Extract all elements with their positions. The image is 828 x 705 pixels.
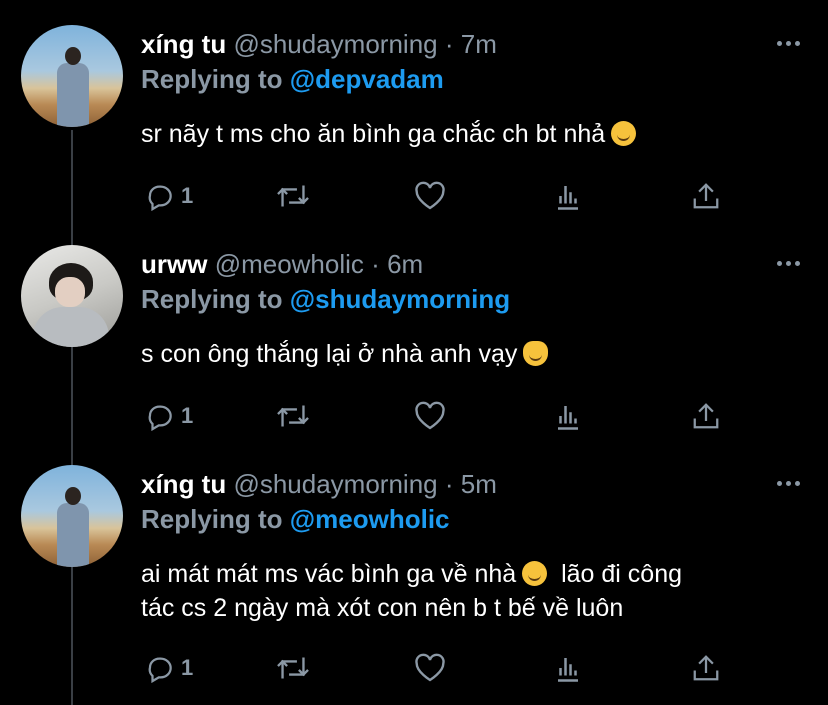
replying-to: Replying to @shudaymorning [141,282,510,316]
display-name[interactable]: xíng tu [141,29,226,59]
tweet[interactable]: urww @meowholic · 6m Replying to @shuday… [0,220,828,442]
reply-count: 1 [181,183,194,208]
mention-link[interactable]: @meowholic [290,504,450,534]
separator-dot: · [444,469,454,499]
mention-link[interactable]: @depvadam [290,64,444,94]
replying-to: Replying to @meowholic [141,502,450,536]
user-handle[interactable]: @meowholic [215,249,364,279]
like-button[interactable] [414,178,446,214]
analytics-button[interactable] [554,650,582,686]
share-icon [693,183,719,209]
kissing-cat-emoji [523,341,549,366]
retweet-button[interactable] [276,650,310,686]
like-button[interactable] [414,650,446,686]
heart-icon [415,181,445,210]
user-handle[interactable]: @shudaymorning [233,469,437,499]
like-button[interactable] [414,398,446,434]
tweet-text: sr nãy t ms cho ăn bình ga chắc ch bt nh… [141,117,811,151]
sweat-smile-emoji [522,561,548,586]
reply-icon [148,185,172,211]
tweet-header: xíng tu @shudaymorning · 5m [141,467,497,501]
action-bar: 1 [141,650,741,686]
tweet-header: urww @meowholic · 6m [141,247,423,281]
analytics-icon [558,186,578,210]
reply-count: 1 [181,403,194,428]
reply-icon [148,405,172,431]
share-icon [693,655,719,681]
tweet-text-content: ai mát mát ms vác bình ga về nhà [141,560,517,588]
retweet-button[interactable] [276,398,310,434]
retweet-icon [277,657,309,679]
replying-to: Replying to @depvadam [141,62,444,96]
separator-dot: · [444,29,454,59]
share-button[interactable] [691,650,721,686]
more-options-icon[interactable] [777,41,800,46]
timestamp[interactable]: 6m [387,249,423,279]
heart-icon [415,653,445,682]
tweet-text: s con ông thắng lại ở nhà anh vạy [141,337,811,371]
yum-face-emoji [611,121,637,146]
retweet-icon [277,405,309,427]
more-options-icon[interactable] [777,261,800,266]
reply-count: 1 [181,655,194,680]
tweet[interactable]: xíng tu @shudaymorning · 5m Replying to … [0,440,828,705]
avatar[interactable] [21,245,123,347]
tweet-text-content: s con ông thắng lại ở nhà anh vạy [141,340,518,368]
replying-label: Replying to [141,504,283,534]
timestamp[interactable]: 5m [461,469,497,499]
reply-icon [148,657,172,683]
retweet-icon [277,185,309,207]
user-handle[interactable]: @shudaymorning [233,29,437,59]
share-button[interactable] [691,398,721,434]
timestamp[interactable]: 7m [461,29,497,59]
retweet-button[interactable] [276,178,310,214]
share-button[interactable] [691,178,721,214]
analytics-icon [558,658,578,682]
tweet[interactable]: xíng tu @shudaymorning · 7m Replying to … [0,0,828,222]
share-icon [693,403,719,429]
replying-label: Replying to [141,284,283,314]
mention-link[interactable]: @shudaymorning [290,284,510,314]
tweet-text-continued: lão đi công [561,560,683,588]
analytics-icon [558,406,578,430]
avatar[interactable] [21,465,123,567]
action-bar: 1 [141,178,741,214]
more-options-icon[interactable] [777,481,800,486]
display-name[interactable]: xíng tu [141,469,226,499]
tweet-header: xíng tu @shudaymorning · 7m [141,27,497,61]
analytics-button[interactable] [554,178,582,214]
reply-button[interactable]: 1 [145,650,193,686]
tweet-text-line2: tác cs 2 ngày mà xót con nên b t bế về l… [141,594,624,622]
reply-button[interactable]: 1 [145,398,193,434]
reply-button[interactable]: 1 [145,178,193,214]
display-name[interactable]: urww [141,249,207,279]
avatar[interactable] [21,25,123,127]
analytics-button[interactable] [554,398,582,434]
tweet-text: ai mát mát ms vác bình ga về nhà lão đi … [141,557,811,625]
tweet-text-content: sr nãy t ms cho ăn bình ga chắc ch bt nh… [141,120,606,148]
action-bar: 1 [141,398,741,434]
separator-dot: · [371,249,380,279]
replying-label: Replying to [141,64,283,94]
heart-icon [415,401,445,430]
